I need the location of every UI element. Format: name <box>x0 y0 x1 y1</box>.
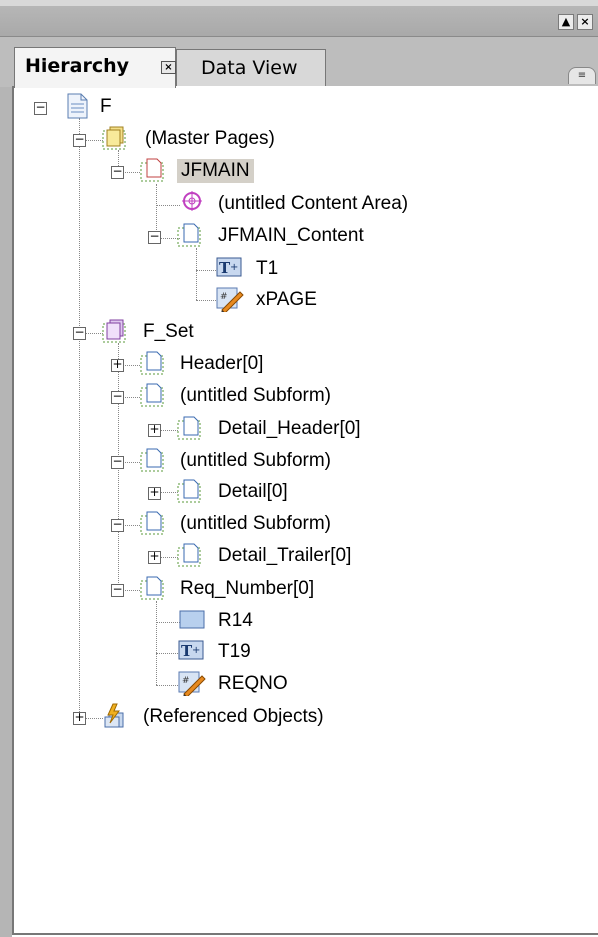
expand-toggle[interactable]: + <box>111 358 124 372</box>
subform-icon <box>140 448 164 472</box>
expand-toggle[interactable]: + <box>148 486 161 500</box>
svg-text:+: + <box>230 262 238 273</box>
node-label: T19 <box>218 641 251 662</box>
node-label: Req_Number[0] <box>180 578 315 599</box>
subform-icon <box>177 479 201 503</box>
titlebar-highlight <box>0 0 598 6</box>
collapse-toggle[interactable]: − <box>73 326 86 340</box>
close-button[interactable]: × <box>577 14 593 30</box>
svg-text:#: # <box>220 292 228 302</box>
page-icon <box>140 158 164 182</box>
text-field-icon: T + <box>178 640 204 660</box>
content-area-icon <box>182 191 202 211</box>
subform-icon <box>140 351 164 375</box>
script-field-icon: # <box>178 671 206 696</box>
menu-icon: ≡ <box>577 70 587 81</box>
subform-icon <box>177 416 201 440</box>
collapse-toggle[interactable]: − <box>111 390 124 404</box>
collapse-toggle[interactable]: − <box>111 455 124 469</box>
subform-icon <box>140 511 164 535</box>
node-label: Detail_Header[0] <box>218 418 361 439</box>
text-field-icon: T + <box>216 257 242 277</box>
collapse-toggle[interactable]: − <box>111 583 124 597</box>
node-label: REQNO <box>218 673 288 694</box>
node-label: T1 <box>256 258 279 279</box>
node-label: JFMAIN_Content <box>218 225 364 246</box>
svg-text:#: # <box>182 676 190 686</box>
close-icon: × <box>580 15 590 28</box>
tab-hierarchy-label: Hierarchy <box>25 55 130 77</box>
panel-titlebar: ▲ × <box>0 0 598 36</box>
node-label: xPAGE <box>256 289 317 310</box>
script-field-icon: # <box>216 287 244 312</box>
subform-set-icon <box>102 319 126 343</box>
collapse-toggle[interactable]: − <box>111 165 124 179</box>
subform-icon <box>177 543 201 567</box>
panel-menu-button[interactable]: ≡ <box>568 67 596 84</box>
tab-data-view[interactable]: Data View <box>176 49 326 87</box>
node-label: R14 <box>218 610 253 631</box>
triangle-up-icon: ▲ <box>561 15 571 28</box>
expand-toggle[interactable]: + <box>73 711 86 725</box>
subform-icon <box>140 383 164 407</box>
expand-toggle[interactable]: + <box>148 423 161 437</box>
rectangle-icon <box>179 610 205 629</box>
collapse-toggle[interactable]: − <box>34 101 47 115</box>
collapse-toggle[interactable]: − <box>73 133 86 147</box>
node-label: (untitled Content Area) <box>218 193 409 214</box>
master-pages-icon <box>102 126 126 150</box>
node-label: (untitled Subform) <box>180 385 332 406</box>
node-label: (Referenced Objects) <box>143 706 324 727</box>
left-frame <box>0 36 12 937</box>
tab-bar: Hierarchy × Data View ≡ <box>0 36 598 88</box>
tab-close-button[interactable]: × <box>161 61 176 74</box>
minimize-button[interactable]: ▲ <box>558 14 574 30</box>
tab-hierarchy[interactable]: Hierarchy × <box>14 47 176 88</box>
tab-data-view-label: Data View <box>201 57 298 79</box>
node-label: F <box>100 96 112 117</box>
node-label: Detail_Trailer[0] <box>218 545 352 566</box>
subform-icon <box>177 223 201 247</box>
referenced-objects-icon <box>104 703 124 728</box>
node-label: JFMAIN <box>177 159 254 183</box>
node-label: (Master Pages) <box>145 128 275 149</box>
node-label: (untitled Subform) <box>180 513 332 534</box>
collapse-toggle[interactable]: − <box>148 230 161 244</box>
svg-text:+: + <box>192 645 200 656</box>
node-label: Header[0] <box>180 353 264 374</box>
collapse-toggle[interactable]: − <box>111 518 124 532</box>
expand-toggle[interactable]: + <box>148 550 161 564</box>
node-label: (untitled Subform) <box>180 450 332 471</box>
subform-icon <box>140 576 164 600</box>
document-icon <box>67 93 88 119</box>
node-label: Detail[0] <box>218 481 288 502</box>
node-label: F_Set <box>143 321 194 342</box>
